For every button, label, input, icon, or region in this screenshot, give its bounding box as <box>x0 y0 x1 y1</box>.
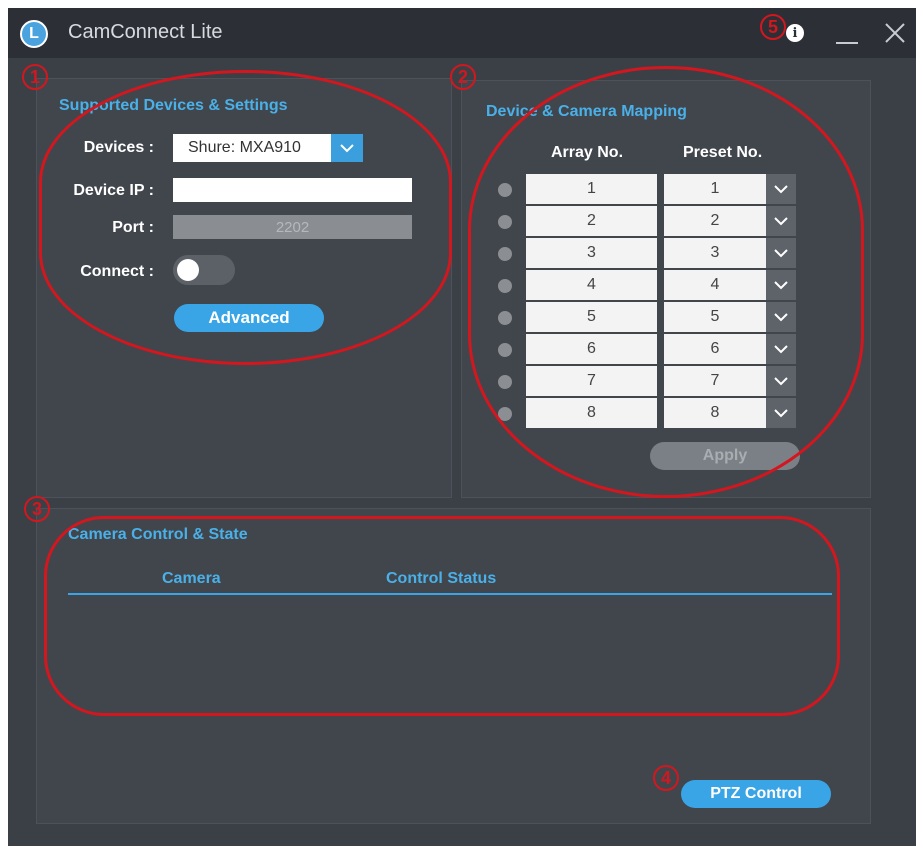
app-window: L CamConnect Lite i Supported Devices & … <box>8 8 916 846</box>
annotation-number-1: 1 <box>22 64 48 90</box>
annotation-ellipse-1 <box>39 70 452 365</box>
close-icon[interactable] <box>882 20 908 46</box>
annotation-ellipse-3 <box>44 516 840 716</box>
minimize-icon[interactable] <box>836 42 858 44</box>
annotation-number-4: 4 <box>653 765 679 791</box>
app-logo-letter: L <box>29 25 39 42</box>
app-logo-icon: L <box>20 20 48 48</box>
app-title: CamConnect Lite <box>68 21 223 43</box>
annotation-number-3: 3 <box>24 496 50 522</box>
annotation-number-2: 2 <box>450 64 476 90</box>
ptz-control-button[interactable]: PTZ Control <box>681 780 831 808</box>
annotation-ellipse-2 <box>468 66 864 498</box>
annotation-number-5: 5 <box>760 14 786 40</box>
info-icon[interactable]: i <box>786 24 804 42</box>
